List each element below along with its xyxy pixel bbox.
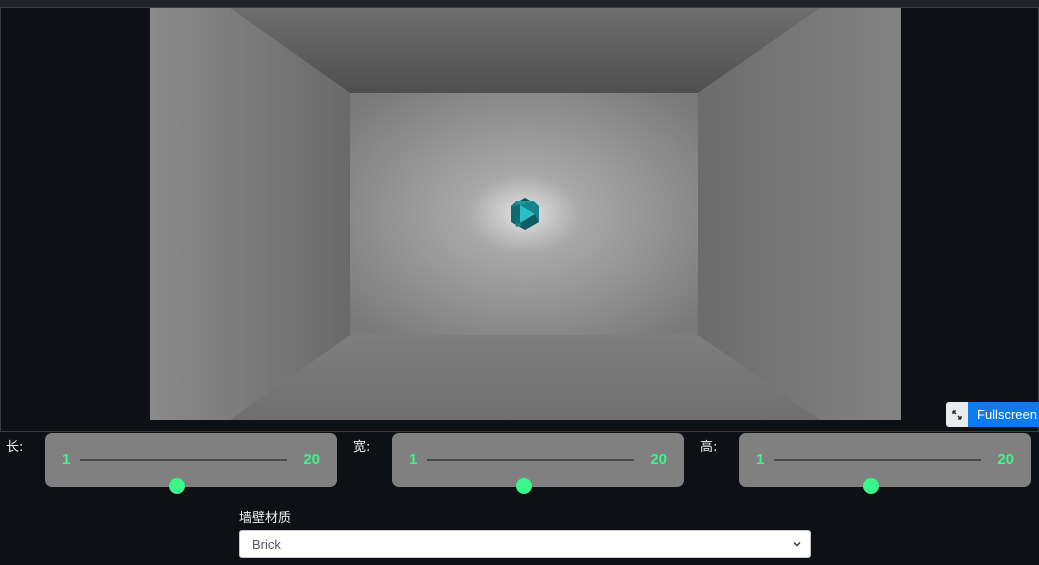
length-slider-thumb[interactable]	[169, 478, 186, 494]
height-slider-thumb[interactable]	[863, 478, 880, 494]
length-slider-min: 1	[62, 451, 71, 468]
length-label: 长:	[6, 440, 24, 455]
length-slider-track[interactable]	[80, 459, 287, 494]
width-slider-min: 1	[409, 451, 418, 468]
width-label: 宽:	[353, 440, 371, 455]
wall-material-select[interactable]: Brick	[239, 530, 811, 558]
height-label: 高:	[700, 440, 718, 455]
height-slider-max: 20	[997, 451, 1014, 468]
expand-arrows-icon[interactable]	[946, 402, 968, 427]
width-slider-max: 20	[650, 451, 667, 468]
width-slider-panel: 1 20	[392, 433, 684, 494]
fullscreen-button[interactable]: Fullscreen	[968, 402, 1039, 427]
height-slider-track[interactable]	[774, 459, 981, 494]
fullscreen-control: Fullscreen	[946, 402, 1039, 427]
length-slider-max: 20	[303, 451, 320, 468]
width-slider-thumb[interactable]	[516, 478, 533, 494]
height-slider-min: 1	[756, 451, 765, 468]
wall-material-selected: Brick	[252, 537, 281, 552]
length-slider-panel: 1 20	[45, 433, 337, 494]
wall-material-label: 墙壁材质	[239, 511, 292, 526]
height-slider-panel: 1 20	[739, 433, 1031, 494]
chevron-down-icon	[793, 542, 801, 547]
width-slider-track[interactable]	[427, 459, 634, 494]
room-canvas[interactable]	[150, 8, 901, 420]
